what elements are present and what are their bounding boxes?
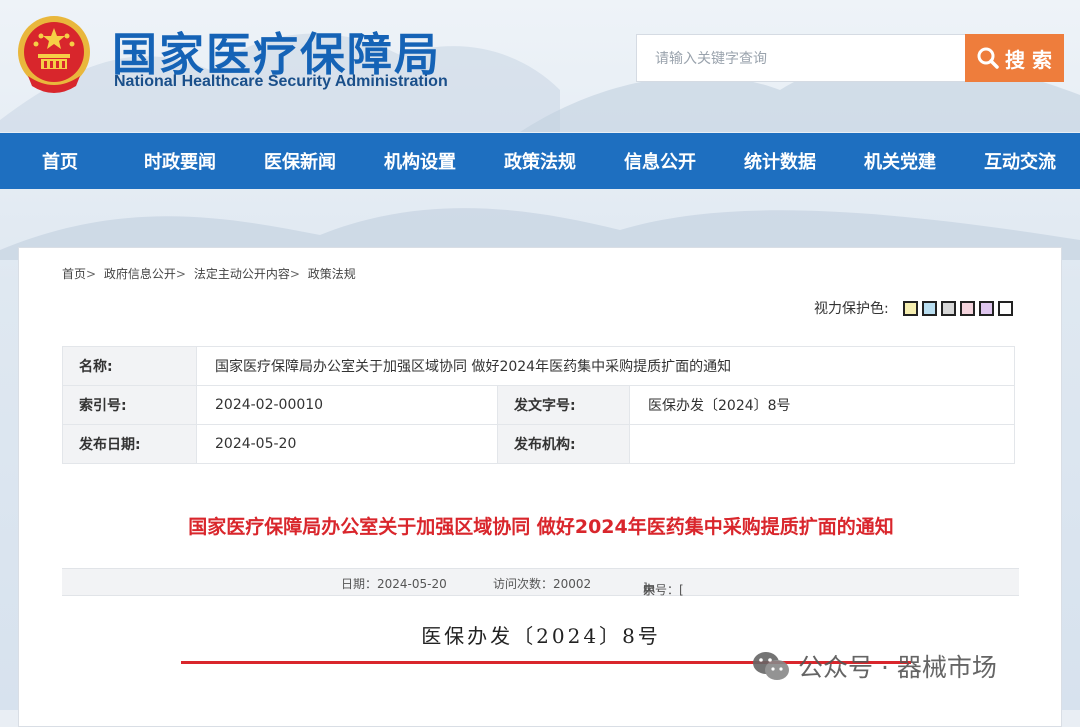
color-swatch-blue[interactable] bbox=[921, 300, 937, 316]
national-emblem-logo bbox=[14, 14, 94, 96]
meta-row-index: 索引号: 2024-02-00010 发文字号: 医保办发〔2024〕8号 bbox=[62, 385, 1015, 425]
breadcrumb-separator: > bbox=[86, 267, 97, 281]
breadcrumb-mandatory-disclosure[interactable]: 法定主动公开内容 bbox=[194, 267, 290, 281]
search-bar: 搜 索 bbox=[636, 34, 1064, 82]
font-size-close: ] bbox=[643, 581, 648, 595]
document-number: 医保办发〔2024〕8号 bbox=[421, 624, 661, 648]
breadcrumb-policy[interactable]: 政策法规 bbox=[308, 267, 356, 281]
wechat-icon bbox=[753, 652, 789, 680]
site-header: 国家医疗保障局 National Healthcare Security Adm… bbox=[0, 0, 1080, 132]
breadcrumb-separator: > bbox=[289, 267, 300, 281]
color-swatch-purple[interactable] bbox=[978, 300, 994, 316]
site-title-en: National Healthcare Security Administrat… bbox=[114, 73, 448, 90]
nav-item-statistics[interactable]: 统计数据 bbox=[720, 133, 840, 189]
document-info-bar: 日期：2024-05-20 访问次数：20002 字号：[ 大 中 小 ] bbox=[62, 568, 1019, 597]
search-input[interactable] bbox=[636, 34, 966, 82]
color-swatch-white[interactable] bbox=[997, 300, 1013, 316]
meta-org-value bbox=[629, 424, 1015, 464]
visit-count: 访问次数：20002 bbox=[493, 577, 592, 591]
meta-date-label: 发布日期: bbox=[62, 424, 197, 464]
nav-item-interaction[interactable]: 互动交流 bbox=[960, 133, 1080, 189]
vision-label: 视力保护色: bbox=[814, 301, 889, 317]
nav-item-healthcare-news[interactable]: 医保新闻 bbox=[240, 133, 360, 189]
meta-date-value: 2024-05-20 bbox=[196, 424, 498, 464]
nav-item-party-building[interactable]: 机关党建 bbox=[840, 133, 960, 189]
search-button[interactable]: 搜 索 bbox=[965, 34, 1064, 82]
nav-item-policy[interactable]: 政策法规 bbox=[480, 133, 600, 189]
meta-name-value: 国家医疗保障局办公室关于加强区域协同 做好2024年医药集中采购提质扩面的通知 bbox=[196, 346, 1015, 386]
meta-docnum-value: 医保办发〔2024〕8号 bbox=[629, 385, 1015, 425]
meta-row-name: 名称: 国家医疗保障局办公室关于加强区域协同 做好2024年医药集中采购提质扩面… bbox=[62, 346, 1015, 386]
wechat-watermark: 公众号 · 器械市场 bbox=[752, 648, 997, 684]
main-nav: 首页 时政要闻 医保新闻 机构设置 政策法规 信息公开 统计数据 机关党建 互动… bbox=[0, 133, 1080, 189]
search-button-label: 搜 索 bbox=[1005, 47, 1052, 72]
color-swatch-gray[interactable] bbox=[940, 300, 956, 316]
publish-date: 日期：2024-05-20 bbox=[341, 577, 447, 591]
meta-docnum-label: 发文字号: bbox=[497, 385, 630, 425]
meta-name-label: 名称: bbox=[62, 346, 197, 386]
breadcrumb-gov-info[interactable]: 政府信息公开 bbox=[104, 267, 176, 281]
meta-index-value: 2024-02-00010 bbox=[196, 385, 498, 425]
vision-protection-color: 视力保护色: bbox=[814, 298, 1013, 318]
breadcrumb-separator: > bbox=[175, 267, 186, 281]
nav-item-organization[interactable]: 机构设置 bbox=[360, 133, 480, 189]
document-meta-table: 名称: 国家医疗保障局办公室关于加强区域协同 做好2024年医药集中采购提质扩面… bbox=[62, 346, 1015, 464]
breadcrumb-home[interactable]: 首页 bbox=[62, 267, 86, 281]
search-icon bbox=[977, 47, 999, 69]
meta-index-label: 索引号: bbox=[62, 385, 197, 425]
color-swatch-yellow[interactable] bbox=[902, 300, 918, 316]
nav-item-home[interactable]: 首页 bbox=[0, 133, 120, 189]
nav-item-info-disclosure[interactable]: 信息公开 bbox=[600, 133, 720, 189]
watermark-text: 公众号 · 器械市场 bbox=[798, 653, 997, 682]
meta-org-label: 发布机构: bbox=[497, 424, 630, 464]
color-swatch-pink[interactable] bbox=[959, 300, 975, 316]
nav-item-politics-news[interactable]: 时政要闻 bbox=[120, 133, 240, 189]
breadcrumb: 首页> 政府信息公开> 法定主动公开内容> 政策法规 bbox=[62, 265, 356, 282]
document-title: 国家医疗保障局办公室关于加强区域协同 做好2024年医药集中采购提质扩面的通知 bbox=[188, 516, 894, 538]
meta-row-date: 发布日期: 2024-05-20 发布机构: bbox=[62, 424, 1015, 464]
